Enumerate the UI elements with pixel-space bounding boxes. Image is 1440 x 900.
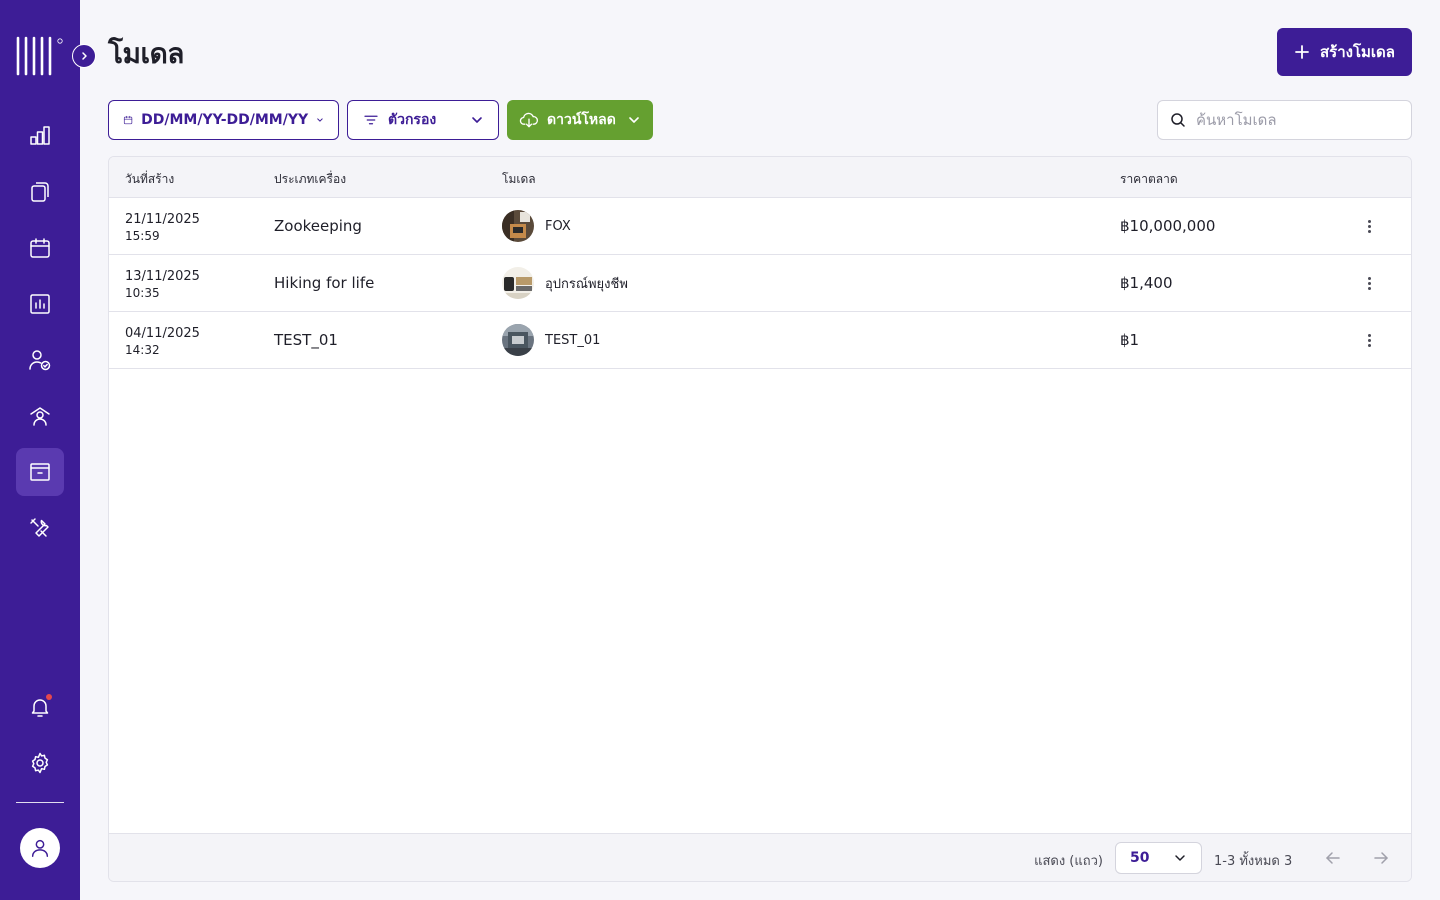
search-input[interactable] [1196,111,1396,129]
documents-icon [31,182,49,202]
date-range-picker[interactable]: DD/MM/YY-DD/MM/YY [108,100,339,140]
sidebar-item-notifications[interactable] [16,683,64,731]
market-price: ฿1,400 [1120,274,1173,292]
table-row[interactable]: 21/11/2025 15:59 Zookeeping FOX ฿10,000,… [109,198,1411,255]
model-thumbnail [502,267,534,299]
arrow-left-icon [1326,852,1340,864]
bar-chart-icon [30,126,50,145]
archive-icon [30,463,50,481]
page-title: โมเดล [108,37,184,70]
chevron-down-icon [472,117,482,123]
sidebar [0,0,80,900]
chevron-down-icon [317,118,323,122]
plus-icon [1295,45,1309,59]
column-header-model[interactable]: โมเดล [502,170,536,189]
table-header: วันที่สร้าง ประเภทเครื่อง โมเดล ราคาตลาด [109,157,1411,198]
created-date: 13/11/2025 [125,269,200,284]
column-header-created-date[interactable]: วันที่สร้าง [125,170,174,189]
created-time: 15:59 [125,229,160,243]
chevron-down-icon [1175,855,1185,861]
row-actions-button[interactable] [1359,272,1379,294]
model-name: อุปกรณ์พยุงชีพ [545,276,628,292]
create-model-button[interactable]: สร้างโมเดล [1277,28,1412,76]
user-avatar-icon [31,839,49,857]
sidebar-toggle-button[interactable] [72,44,96,68]
user-avatar[interactable] [20,828,60,868]
filter-label: ตัวกรอง [388,112,437,128]
created-date: 21/11/2025 [125,212,200,227]
gear-icon [31,752,49,774]
row-actions-button[interactable] [1359,215,1379,237]
more-vertical-icon [1367,276,1371,280]
machine-type: Zookeeping [274,217,362,235]
column-header-market-price[interactable]: ราคาตลาด [1120,170,1178,189]
arrow-right-icon [1374,852,1388,864]
brand-logo [16,36,64,76]
models-table: วันที่สร้าง ประเภทเครื่อง โมเดล ราคาตลาด… [108,156,1412,882]
notification-dot [46,694,52,700]
previous-page-button[interactable] [1321,846,1345,870]
chevron-right-icon [82,52,87,60]
model-cell: FOX [502,210,571,242]
sidebar-item-reports[interactable] [16,280,64,328]
chevron-down-icon [629,117,639,123]
sidebar-item-tools[interactable] [16,504,64,552]
created-time: 10:35 [125,286,160,300]
created-time: 14:32 [125,343,160,357]
table-row[interactable]: 13/11/2025 10:35 Hiking for life อุปกรณ์… [109,255,1411,312]
model-thumbnail [502,324,534,356]
sidebar-item-settings[interactable] [16,739,64,787]
sidebar-item-dashboard[interactable] [16,112,64,160]
more-vertical-icon [1367,333,1371,337]
created-date-cell: 13/11/2025 10:35 [125,268,200,302]
search-icon [1171,113,1185,127]
sidebar-divider [16,802,64,803]
table-pagination: แสดง (แถว) 50 1-3 ทั้งหมด 3 [109,833,1411,881]
created-date-cell: 04/11/2025 14:32 [125,325,200,359]
date-range-label: DD/MM/YY-DD/MM/YY [141,112,309,128]
search-box [1157,100,1412,140]
rows-per-page-select[interactable]: 50 [1115,842,1202,874]
staff-icon [30,407,50,426]
report-icon [30,294,50,314]
column-header-machine-type[interactable]: ประเภทเครื่อง [274,170,346,189]
model-thumbnail [502,210,534,242]
row-actions-button[interactable] [1359,329,1379,351]
rows-per-page-label: แสดง (แถว) [1034,854,1103,869]
cloud-download-icon [519,112,538,128]
machine-type: Hiking for life [274,274,375,292]
calendar-icon [30,238,50,258]
market-price: ฿1 [1120,331,1140,349]
model-name: FOX [545,218,571,234]
tools-icon [30,518,49,537]
calendar-icon [123,115,133,125]
machine-type: TEST_01 [274,331,338,349]
filter-icon [364,115,378,125]
user-check-icon [29,350,51,371]
sidebar-item-staff[interactable] [16,392,64,440]
rows-per-page-value: 50 [1130,850,1150,866]
created-date-cell: 21/11/2025 15:59 [125,211,200,245]
pagination-range: 1-3 ทั้งหมด 3 [1214,854,1293,869]
more-vertical-icon [1367,219,1371,223]
table-row[interactable]: 04/11/2025 14:32 TEST_01 TEST_01 ฿1 [109,312,1411,369]
create-model-label: สร้างโมเดล [1320,43,1395,61]
sidebar-item-models[interactable] [16,448,64,496]
sidebar-item-users[interactable] [16,336,64,384]
sidebar-item-documents[interactable] [16,168,64,216]
download-label: ดาวน์โหลด [547,112,616,128]
model-cell: อุปกรณ์พยุงชีพ [502,267,628,299]
market-price: ฿10,000,000 [1120,217,1216,235]
model-cell: TEST_01 [502,324,600,356]
filter-dropdown[interactable]: ตัวกรอง [347,100,499,140]
model-name: TEST_01 [545,332,601,348]
download-button[interactable]: ดาวน์โหลด [507,100,653,140]
next-page-button[interactable] [1369,846,1393,870]
sidebar-item-calendar[interactable] [16,224,64,272]
created-date: 04/11/2025 [125,326,200,341]
